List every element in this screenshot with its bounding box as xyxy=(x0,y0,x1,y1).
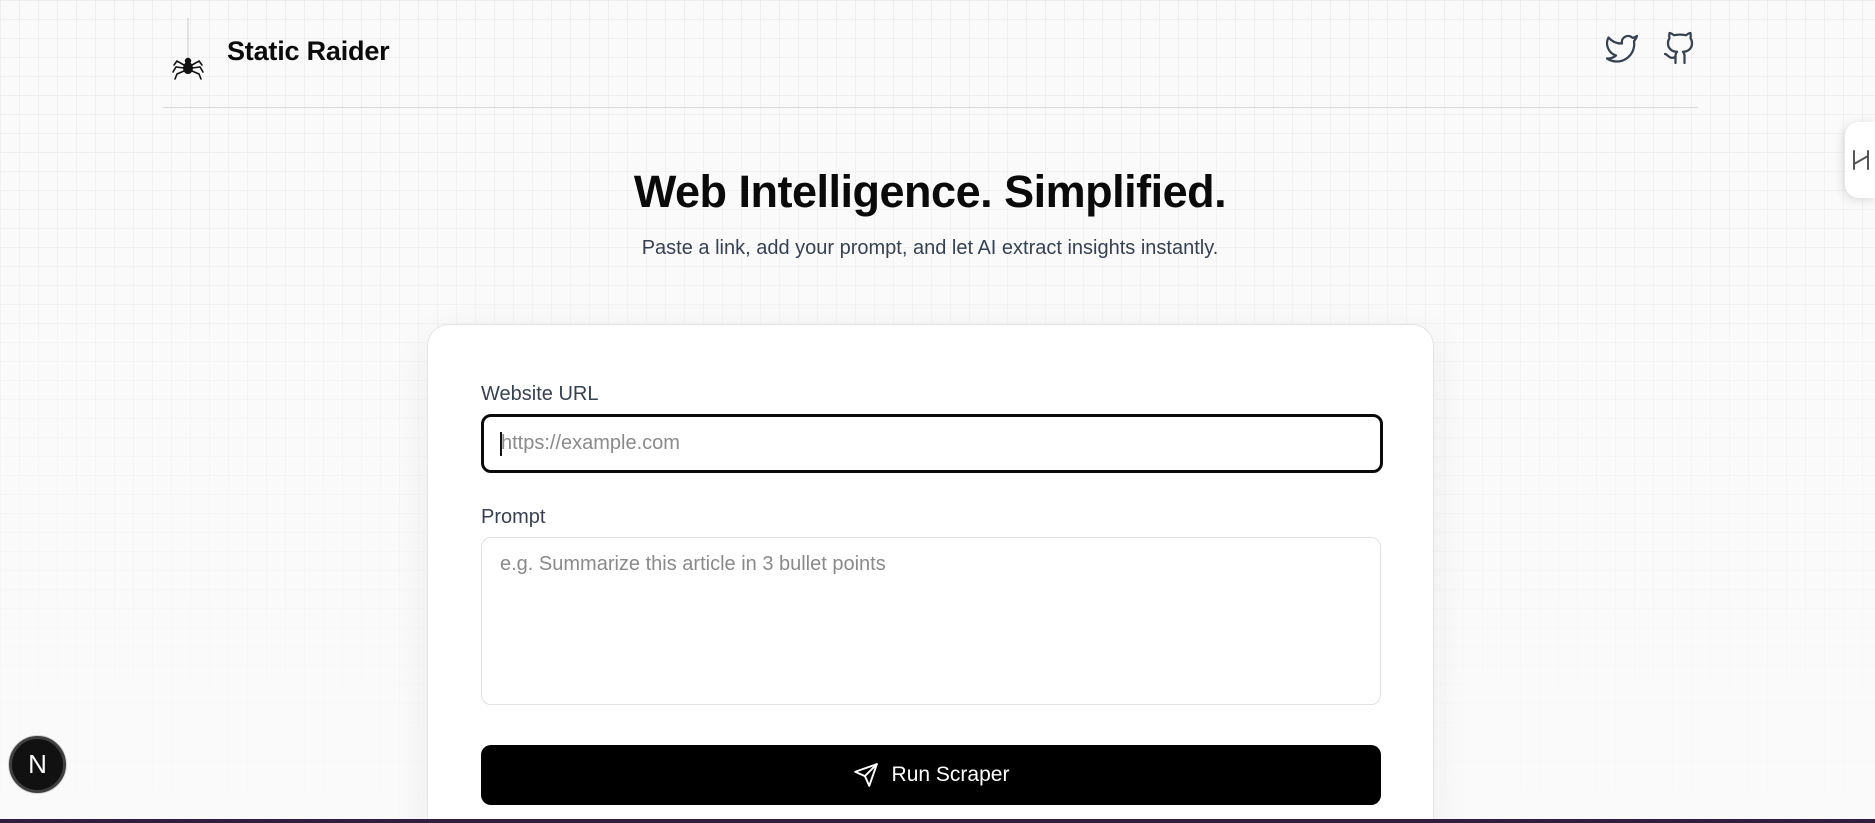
nextjs-dev-badge[interactable]: N xyxy=(9,736,66,793)
twitter-link[interactable] xyxy=(1604,30,1640,66)
text-caret xyxy=(500,432,502,456)
site-header: Static Raider xyxy=(163,0,1698,108)
scraper-form-card: Website URL Prompt Run Scraper xyxy=(427,324,1434,823)
spider-icon xyxy=(172,18,204,80)
bottom-edge-strip xyxy=(0,819,1875,823)
github-link[interactable] xyxy=(1662,30,1698,66)
hero-subtitle: Paste a link, add your prompt, and let A… xyxy=(641,237,1219,259)
url-input[interactable] xyxy=(481,414,1383,473)
twitter-icon xyxy=(1605,34,1639,63)
brand[interactable]: Static Raider xyxy=(163,18,390,84)
hero-title: Web Intelligence. Simplified. xyxy=(633,166,1227,217)
run-scraper-label: Run Scraper xyxy=(891,763,1010,786)
slider-handle-icon xyxy=(1853,150,1869,170)
run-scraper-button[interactable]: Run Scraper xyxy=(481,745,1381,805)
prompt-field-label: Prompt xyxy=(481,506,546,528)
side-panel-tab[interactable] xyxy=(1845,122,1875,198)
github-icon xyxy=(1663,31,1694,65)
url-field-label: Website URL xyxy=(481,383,599,405)
brand-name: Static Raider xyxy=(227,35,390,66)
send-icon xyxy=(853,763,878,787)
social-links xyxy=(1604,30,1698,66)
prompt-textarea[interactable] xyxy=(481,537,1381,705)
